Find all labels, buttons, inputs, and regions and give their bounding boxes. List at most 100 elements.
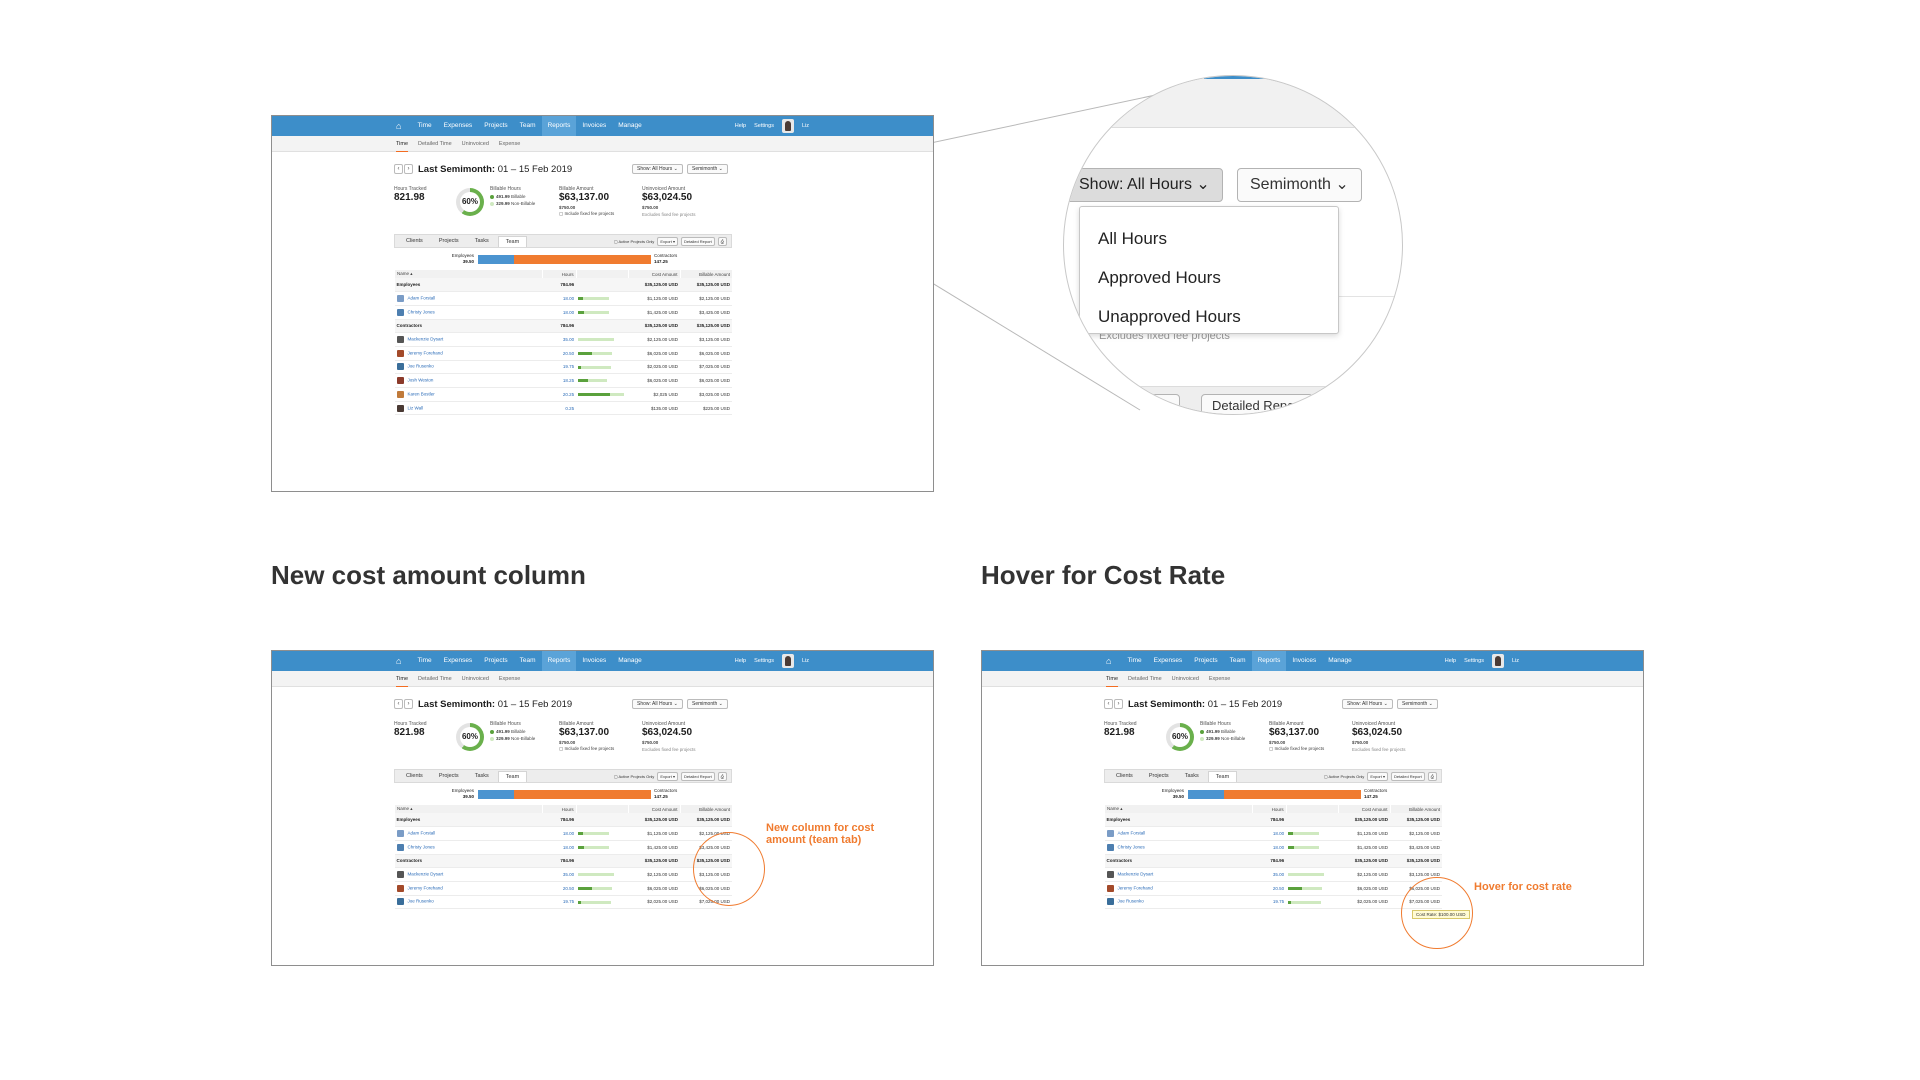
col-cost-amount[interactable]: Cost Amount — [627, 805, 681, 813]
row-hours[interactable]: 20.50 — [542, 346, 577, 361]
tab-projects[interactable]: Projects — [1142, 771, 1176, 782]
user-menu[interactable]: Liz — [1512, 658, 1519, 664]
row-hours[interactable]: 18.00 — [542, 305, 577, 320]
nav-item-team[interactable]: Team — [514, 116, 542, 136]
row-name-cell[interactable]: Adam Forstall — [1104, 826, 1253, 841]
show-hours-dropdown[interactable]: Show: All Hours ⌄ — [632, 699, 683, 709]
row-hours[interactable]: 20.50 — [542, 881, 577, 896]
row-name-cell[interactable]: Adam Forstall — [394, 826, 543, 841]
row-name-cell[interactable]: Mackenzie Dysart — [394, 332, 543, 347]
zoom-export-button[interactable]: Export ▾ — [1110, 394, 1180, 414]
row-name-cell[interactable]: Joe Rusenko — [394, 895, 543, 910]
print-icon[interactable]: ⎙ — [717, 772, 727, 781]
prev-period-button[interactable]: ‹ — [394, 164, 403, 174]
help-link[interactable]: Help — [1445, 658, 1456, 664]
menu-item-unapproved-hours[interactable]: Unapproved Hours — [1080, 297, 1338, 336]
row-name-cell[interactable]: Jeremy Forehand — [394, 346, 543, 361]
subnav-time[interactable]: Time — [396, 671, 409, 687]
zoom-detailed-report-button[interactable]: Detailed Report — [1201, 394, 1314, 414]
active-only-checkbox[interactable]: ▢ Active Projects Only — [614, 774, 654, 779]
print-icon[interactable]: ⎙ — [717, 237, 727, 246]
row-cost-amount[interactable]: $35,125.00 USD — [1338, 854, 1391, 869]
menu-item-all-hours[interactable]: All Hours — [1080, 219, 1338, 258]
next-period-button[interactable]: › — [404, 164, 413, 174]
nav-item-reports[interactable]: Reports — [1251, 651, 1287, 671]
show-hours-dropdown[interactable]: Show: All Hours ⌄ — [632, 164, 683, 174]
show-hours-dropdown[interactable]: Show: All Hours ⌄ — [1342, 699, 1393, 709]
user-avatar[interactable] — [781, 654, 794, 668]
col-hours[interactable]: Hours — [1251, 805, 1287, 813]
row-hours[interactable]: 18.00 — [1252, 840, 1287, 855]
help-link[interactable]: Help — [735, 123, 746, 129]
col-hours[interactable]: Hours — [541, 805, 577, 813]
nav-item-manage[interactable]: Manage — [1322, 651, 1358, 671]
include-fixed-checkbox[interactable]: ▢ Include fixed fee projects — [559, 746, 614, 752]
row-hours[interactable]: 35.00 — [542, 867, 577, 882]
zoom-show-dropdown[interactable]: Show: All Hours ⌄ — [1066, 168, 1223, 202]
export-button[interactable]: Export ▾ — [657, 237, 678, 246]
tab-projects[interactable]: Projects — [432, 771, 466, 782]
col-cost-amount[interactable]: Cost Amount — [627, 270, 681, 278]
col-billable-amount[interactable]: Billable Amount — [1389, 805, 1442, 813]
nav-item-expenses[interactable]: Expenses — [438, 116, 479, 136]
row-hours[interactable]: 18.00 — [1252, 826, 1287, 841]
row-hours[interactable]: 35.00 — [1252, 867, 1287, 882]
row-hours[interactable]: 18.25 — [542, 373, 577, 388]
nav-item-projects[interactable]: Projects — [478, 651, 513, 671]
print-icon[interactable]: ⎙ — [1427, 772, 1437, 781]
row-cost-amount[interactable]: $2,025.00 USD — [1338, 895, 1391, 910]
row-cost-amount[interactable]: $1,125.00 USD — [1338, 826, 1391, 841]
row-name-cell[interactable]: Christy Jones — [394, 840, 543, 855]
row-name-cell[interactable]: Karen Bostler — [394, 387, 543, 402]
nav-item-reports[interactable]: Reports — [541, 116, 577, 136]
nav-item-projects[interactable]: Projects — [1188, 651, 1223, 671]
next-period-button[interactable]: › — [404, 699, 413, 709]
active-only-checkbox[interactable]: ▢ Active Projects Only — [614, 239, 654, 244]
nav-item-manage[interactable]: Manage — [612, 116, 648, 136]
nav-item-invoices[interactable]: Invoices — [576, 651, 612, 671]
subnav-uninvoiced[interactable]: Uninvoiced — [1172, 671, 1199, 687]
subnav-detailed-time[interactable]: Detailed Time — [418, 671, 452, 687]
nav-item-time[interactable]: Time — [1121, 651, 1147, 671]
col-billable-amount[interactable]: Billable Amount — [679, 270, 732, 278]
tab-team[interactable]: Team — [497, 771, 528, 782]
subnav-expense[interactable]: Expense — [499, 671, 520, 687]
nav-item-projects[interactable]: Projects — [478, 116, 513, 136]
col-name[interactable]: Name ▴ — [1104, 805, 1253, 813]
row-name-cell[interactable]: Josh Weston — [394, 373, 543, 388]
row-hours[interactable]: 20.25 — [542, 387, 577, 402]
detailed-report-button[interactable]: Detailed Report — [681, 237, 715, 246]
subnav-time[interactable]: Time — [396, 136, 409, 152]
row-hours[interactable]: 19.75 — [542, 360, 577, 375]
prev-period-button[interactable]: ‹ — [1104, 699, 1113, 709]
include-fixed-checkbox[interactable]: ▢ Include fixed fee projects — [1269, 746, 1324, 752]
menu-item-approved-hours[interactable]: Approved Hours — [1080, 258, 1338, 297]
tab-clients[interactable]: Clients — [399, 236, 430, 247]
row-hours[interactable]: 19.75 — [542, 895, 577, 910]
home-icon[interactable]: ⌂ — [396, 656, 401, 666]
nav-item-invoices[interactable]: Invoices — [576, 116, 612, 136]
zoom-semimonth-dropdown[interactable]: Semimonth ⌄ — [1237, 168, 1362, 202]
subnav-detailed-time[interactable]: Detailed Time — [418, 136, 452, 152]
semimonth-dropdown[interactable]: Semimonth ⌄ — [687, 164, 728, 174]
tab-projects[interactable]: Projects — [432, 236, 466, 247]
help-link[interactable]: Help — [735, 658, 746, 664]
settings-link[interactable]: Settings — [754, 658, 774, 664]
nav-item-manage[interactable]: Manage — [612, 651, 648, 671]
semimonth-dropdown[interactable]: Semimonth ⌄ — [1397, 699, 1438, 709]
nav-item-reports[interactable]: Reports — [541, 651, 577, 671]
user-avatar[interactable] — [1491, 654, 1504, 668]
user-avatar[interactable] — [781, 119, 794, 133]
subnav-time[interactable]: Time — [1106, 671, 1119, 687]
row-hours[interactable]: 35.00 — [542, 332, 577, 347]
export-button[interactable]: Export ▾ — [1367, 772, 1388, 781]
row-name-cell[interactable]: Mackenzie Dysart — [1104, 867, 1253, 882]
row-name-cell[interactable]: Christy Jones — [1104, 840, 1253, 855]
row-cost-amount[interactable]: $1,425.00 USD — [1338, 840, 1391, 855]
subnav-detailed-time[interactable]: Detailed Time — [1128, 671, 1162, 687]
tab-tasks[interactable]: Tasks — [468, 771, 496, 782]
row-name-cell[interactable]: Jeremy Forehand — [1104, 881, 1253, 896]
row-cost-amount[interactable]: $2,125.00 USD — [1338, 867, 1391, 882]
row-hours[interactable]: 0.25 — [542, 401, 577, 416]
nav-item-time[interactable]: Time — [411, 116, 437, 136]
